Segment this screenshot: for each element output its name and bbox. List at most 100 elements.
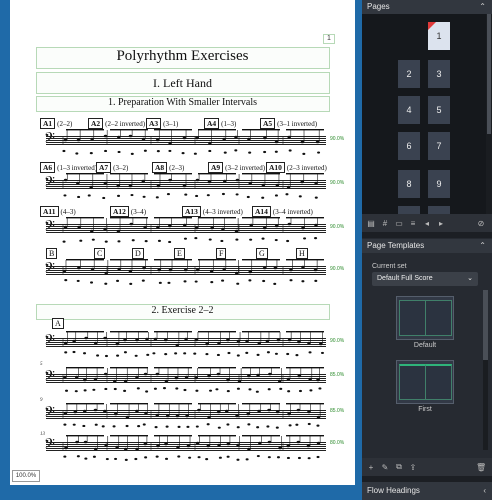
duplicate-icon[interactable]: ⧉ (394, 462, 404, 472)
notehead (226, 455, 230, 458)
notehead (309, 389, 313, 392)
notehead (308, 351, 312, 354)
next-icon[interactable]: ▸ (436, 219, 446, 228)
notehead (287, 222, 292, 226)
beam (154, 403, 192, 405)
notehead (83, 440, 88, 444)
page-thumb-7[interactable]: 7 (428, 132, 450, 160)
page-thumb-partial[interactable] (428, 206, 450, 214)
template-first-thumb[interactable] (396, 360, 454, 404)
notehead (186, 425, 190, 428)
pages-toolbar: ▤ # ▭ ≡ ◂ ▸ ⊘ (362, 214, 492, 232)
notehead (116, 279, 120, 282)
notehead (220, 239, 224, 243)
notehead (256, 353, 260, 357)
notehead (164, 442, 168, 446)
notehead (174, 376, 179, 380)
beam (286, 403, 324, 405)
page-templates-header[interactable]: Page Templates ⌃ (362, 239, 492, 253)
beam (242, 259, 280, 261)
export-icon[interactable]: ⇪ (408, 463, 418, 472)
templates-scrollbar[interactable] (483, 290, 488, 450)
trash-icon[interactable]: 🗑 (476, 463, 486, 472)
notehead (265, 339, 270, 343)
notehead (142, 195, 146, 198)
override-icon[interactable]: ⊘ (476, 219, 486, 228)
page-thumb-5[interactable]: 5 (428, 96, 450, 124)
notehead (286, 185, 291, 189)
chevron-up-icon[interactable]: ⌃ (479, 0, 486, 14)
beam (66, 367, 104, 369)
notehead (112, 379, 117, 383)
notehead (209, 389, 213, 392)
notehead (62, 240, 66, 243)
pages-panel-title: Pages (367, 2, 390, 11)
page-thumb-9[interactable]: 9 (428, 170, 450, 198)
beam (286, 217, 324, 219)
notehead (255, 390, 259, 393)
pages-panel-header[interactable]: Pages ⌃ (362, 0, 492, 14)
current-set-select[interactable]: Default Full Score ⌄ (372, 272, 478, 286)
list-icon[interactable]: ≡ (408, 219, 418, 228)
chevron-left-icon[interactable]: ‹ (483, 482, 486, 500)
notehead (123, 351, 127, 354)
notehead (146, 353, 150, 356)
zoom-indicator[interactable]: 100.0% (12, 470, 40, 482)
notehead (287, 412, 291, 416)
selection-corner-icon (428, 22, 436, 30)
flow-headings-header[interactable]: Flow Headings ‹ (362, 482, 492, 500)
hash-icon[interactable]: # (380, 219, 390, 228)
notehead (256, 454, 260, 458)
notehead (89, 229, 94, 233)
notehead (145, 390, 149, 393)
notehead (277, 379, 282, 383)
beam (110, 217, 148, 219)
notehead (307, 341, 311, 345)
notehead (217, 341, 221, 345)
beam (154, 129, 192, 131)
notehead (74, 375, 79, 379)
notehead (267, 440, 272, 444)
notehead (236, 387, 240, 390)
page-thumb-8[interactable]: 8 (398, 170, 420, 198)
pages-thumbnail-area[interactable]: 1 2 3 4 5 6 7 8 9 (362, 14, 486, 214)
notehead (115, 342, 120, 346)
page-thumb-2[interactable]: 2 (398, 60, 420, 88)
notehead (63, 411, 68, 415)
notehead (185, 414, 189, 418)
notehead (314, 279, 318, 282)
notehead (193, 352, 197, 355)
beam (154, 217, 192, 219)
template-default-thumb[interactable] (396, 296, 454, 340)
notehead (222, 137, 227, 141)
prev-icon[interactable]: ◂ (422, 219, 432, 228)
page-thumb-3[interactable]: 3 (428, 60, 450, 88)
notehead (300, 140, 305, 144)
page-thumb-partial[interactable] (398, 206, 420, 214)
notehead (263, 150, 267, 154)
score-page[interactable]: 1 Polyrhythm Exercises I. Left Hand 1. P… (10, 0, 355, 485)
notehead (286, 456, 290, 460)
beam (286, 173, 324, 175)
page-icon[interactable]: ▭ (394, 219, 404, 228)
add-icon[interactable]: + (366, 463, 376, 472)
notehead (165, 414, 170, 418)
notehead (113, 387, 117, 391)
page-options-icon[interactable]: ▤ (366, 219, 376, 228)
notehead (307, 422, 311, 426)
score-canvas[interactable]: 1 Polyrhythm Exercises I. Left Hand 1. P… (0, 0, 362, 500)
beam (110, 367, 148, 369)
notehead (64, 279, 68, 282)
chevron-up-icon[interactable]: ⌃ (479, 239, 486, 253)
notehead (267, 388, 271, 391)
notehead (316, 378, 320, 382)
notehead (62, 149, 66, 153)
edit-icon[interactable]: ✎ (380, 463, 390, 472)
beam (66, 435, 104, 437)
page-thumb-6[interactable]: 6 (398, 132, 420, 160)
notehead (168, 178, 172, 182)
notehead (93, 341, 98, 345)
pages-scrollbar[interactable] (486, 14, 492, 214)
page-thumb-4[interactable]: 4 (398, 96, 420, 124)
notehead (222, 267, 227, 271)
